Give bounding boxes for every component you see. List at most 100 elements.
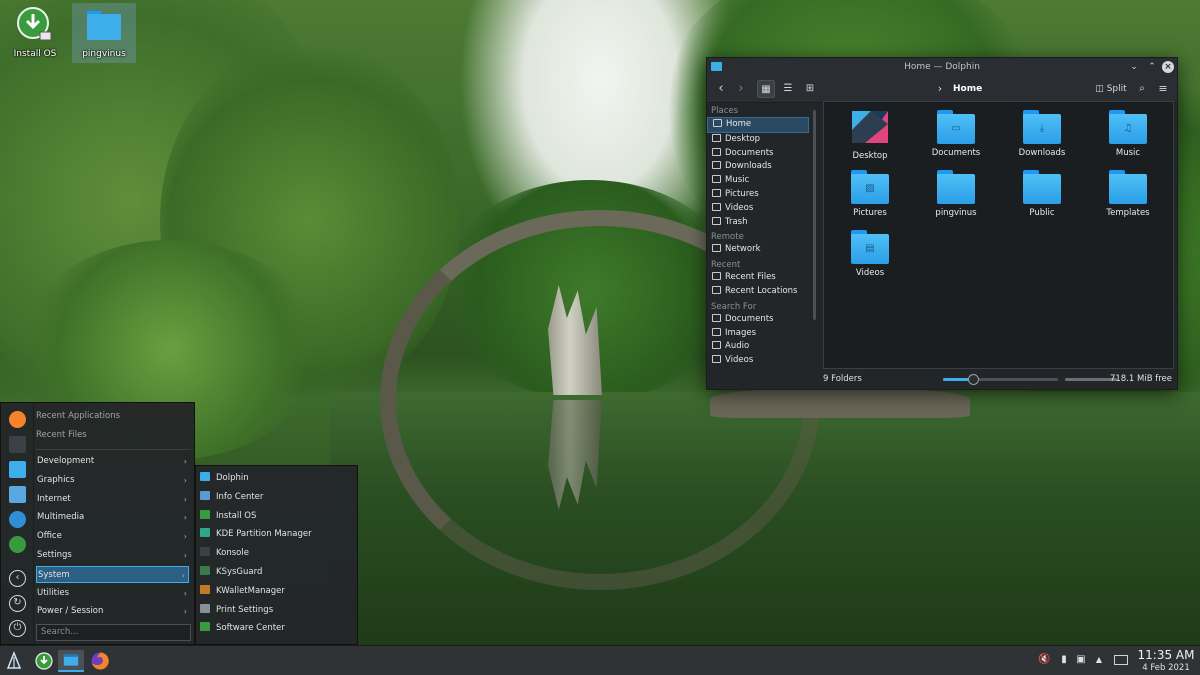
split-button[interactable]: ◫ Split bbox=[1093, 80, 1129, 98]
folder-item[interactable]: ▨ Pictures bbox=[830, 170, 910, 218]
places-item[interactable]: Videos bbox=[707, 202, 809, 216]
search-icon[interactable]: ⌕ bbox=[1135, 80, 1149, 98]
folder-item[interactable]: ▭ Documents bbox=[916, 110, 996, 158]
menu-category[interactable]: Power / Session › bbox=[36, 603, 190, 620]
menu-category[interactable]: Settings › bbox=[36, 547, 190, 564]
folder-label: Pictures bbox=[853, 208, 887, 218]
close-button[interactable]: × bbox=[1162, 61, 1174, 73]
menu-category[interactable]: Graphics › bbox=[36, 472, 190, 489]
places-scrollbar[interactable] bbox=[813, 110, 816, 320]
menu-app-item[interactable]: Info Center bbox=[200, 488, 263, 506]
desktop-icon-install-os[interactable]: Install OS bbox=[3, 6, 67, 59]
places-item[interactable]: Audio bbox=[707, 340, 809, 354]
back-arrow-icon[interactable]: ‹ bbox=[713, 80, 729, 98]
places-item[interactable]: Trash bbox=[707, 216, 809, 230]
folder-item[interactable]: Templates bbox=[1088, 170, 1168, 218]
maximize-button[interactable]: ⌃ bbox=[1145, 58, 1159, 76]
menu-category-label: Internet bbox=[37, 493, 71, 504]
menu-category[interactable]: Multimedia › bbox=[36, 509, 190, 526]
folder-icon: ⤓ bbox=[1023, 110, 1061, 144]
folder-item[interactable]: Desktop bbox=[830, 110, 910, 161]
places-item[interactable]: Pictures bbox=[707, 188, 809, 202]
folder-item[interactable]: ⤓ Downloads bbox=[1002, 110, 1082, 158]
discover-icon[interactable] bbox=[9, 511, 26, 528]
file-view[interactable]: Desktop ▭ Documents ⤓ Downloads ♫ Music ▨ Pictur… bbox=[823, 101, 1174, 369]
menu-category[interactable]: Utilities › bbox=[36, 585, 190, 602]
clock-date[interactable]: 4 Feb 2021 bbox=[1135, 663, 1197, 673]
recent-applications-header[interactable]: Recent Applications bbox=[36, 411, 120, 421]
zoom-slider-handle[interactable] bbox=[967, 374, 979, 385]
menu-app-item[interactable]: KWalletManager bbox=[200, 582, 285, 600]
clock-time[interactable]: 11:35 AM bbox=[1135, 648, 1197, 662]
places-item[interactable]: Network bbox=[707, 243, 809, 257]
install-icon[interactable] bbox=[34, 651, 54, 671]
places-item[interactable]: Downloads bbox=[707, 160, 809, 174]
expand-icon[interactable]: ▲ bbox=[1093, 654, 1105, 666]
menu-app-item[interactable]: Install OS bbox=[200, 507, 256, 525]
places-item-label: Videos bbox=[725, 202, 754, 213]
app-icon bbox=[200, 603, 210, 613]
folder-item[interactable]: ♫ Music bbox=[1088, 110, 1168, 158]
install-icon[interactable] bbox=[9, 536, 26, 553]
places-item[interactable]: Recent Files bbox=[707, 271, 809, 285]
menu-app-item[interactable]: Print Settings bbox=[200, 601, 273, 619]
forward-arrow-icon[interactable]: › bbox=[733, 80, 749, 98]
menu-app-item[interactable]: Software Center bbox=[200, 619, 285, 637]
places-item[interactable]: Videos bbox=[707, 354, 809, 368]
folder-item[interactable]: ▤ Videos bbox=[830, 230, 910, 278]
network-icon[interactable]: ▣ bbox=[1075, 654, 1087, 666]
folder-count: 9 Folders bbox=[823, 374, 862, 384]
folder-icon bbox=[1023, 170, 1061, 204]
minimize-button[interactable]: ⌄ bbox=[1127, 58, 1141, 76]
application-menu[interactable]: ‹ ↻ ⏻ Recent Applications Recent Files Dev… bbox=[0, 402, 195, 645]
place-icon bbox=[712, 272, 721, 281]
menu-category[interactable]: Development › bbox=[36, 453, 190, 470]
system-submenu[interactable]: Dolphin Info Center Install OS KDE Partitio… bbox=[195, 465, 358, 645]
menu-search-input[interactable]: Search... bbox=[36, 624, 191, 641]
place-icon bbox=[712, 133, 721, 142]
menu-app-item[interactable]: KDE Partition Manager bbox=[200, 525, 312, 543]
power-icon[interactable]: ⏻ bbox=[9, 620, 26, 637]
konsole-icon[interactable] bbox=[9, 436, 26, 453]
firefox-icon[interactable] bbox=[90, 651, 110, 671]
compact-view-button[interactable]: ☰ bbox=[779, 80, 797, 98]
dolphin-task-button[interactable] bbox=[58, 650, 84, 672]
places-item[interactable]: Documents bbox=[707, 147, 809, 161]
dolphin-icon[interactable] bbox=[9, 461, 26, 478]
places-item[interactable]: Documents bbox=[707, 313, 809, 327]
menu-app-item[interactable]: Dolphin bbox=[200, 469, 249, 487]
menu-app-label: Software Center bbox=[216, 623, 285, 634]
places-item[interactable]: Music bbox=[707, 174, 809, 188]
folder-item[interactable]: Public bbox=[1002, 170, 1082, 218]
volume-muted-icon[interactable]: 🔇 bbox=[1038, 654, 1050, 666]
show-desktop-icon[interactable] bbox=[1114, 655, 1128, 665]
places-item[interactable]: Images bbox=[707, 327, 809, 341]
dolphin-window[interactable]: Home — Dolphin ⌄ ⌃ × ‹ › ▦ ☰ ⊞ › Home ◫ … bbox=[706, 57, 1178, 390]
breadcrumb-home[interactable]: Home bbox=[953, 80, 982, 98]
menu-app-item[interactable]: KSysGuard bbox=[200, 563, 262, 581]
menu-category[interactable]: Office › bbox=[36, 528, 190, 545]
hamburger-menu-icon[interactable]: ≡ bbox=[1156, 80, 1170, 98]
kde-launcher-icon[interactable] bbox=[4, 651, 24, 671]
places-item[interactable]: Recent Locations bbox=[707, 285, 809, 299]
window-titlebar[interactable]: Home — Dolphin ⌄ ⌃ × bbox=[707, 58, 1177, 76]
menu-category[interactable]: System › bbox=[36, 565, 189, 583]
folder-item[interactable]: pingvinus bbox=[916, 170, 996, 218]
desktop-icon-pingvinus[interactable]: pingvinus bbox=[72, 3, 136, 63]
network-icon[interactable] bbox=[9, 486, 26, 503]
split-icon: ◫ bbox=[1095, 84, 1107, 94]
place-icon bbox=[712, 202, 721, 211]
menu-category[interactable]: Internet › bbox=[36, 491, 190, 508]
places-item[interactable]: Home bbox=[707, 117, 809, 133]
firefox-icon[interactable] bbox=[9, 411, 26, 428]
back-icon[interactable]: ‹ bbox=[9, 570, 26, 587]
icons-view-button[interactable]: ▦ bbox=[757, 80, 775, 98]
recent-files-header[interactable]: Recent Files bbox=[36, 430, 87, 440]
zoom-slider[interactable] bbox=[943, 374, 1058, 385]
places-item[interactable]: Desktop bbox=[707, 133, 809, 147]
usb-icon[interactable]: ▮ bbox=[1058, 654, 1070, 666]
details-view-button[interactable]: ⊞ bbox=[801, 80, 819, 98]
menu-app-item[interactable]: Konsole bbox=[200, 544, 249, 562]
window-title: Home — Dolphin bbox=[904, 62, 980, 72]
restart-icon[interactable]: ↻ bbox=[9, 595, 26, 612]
